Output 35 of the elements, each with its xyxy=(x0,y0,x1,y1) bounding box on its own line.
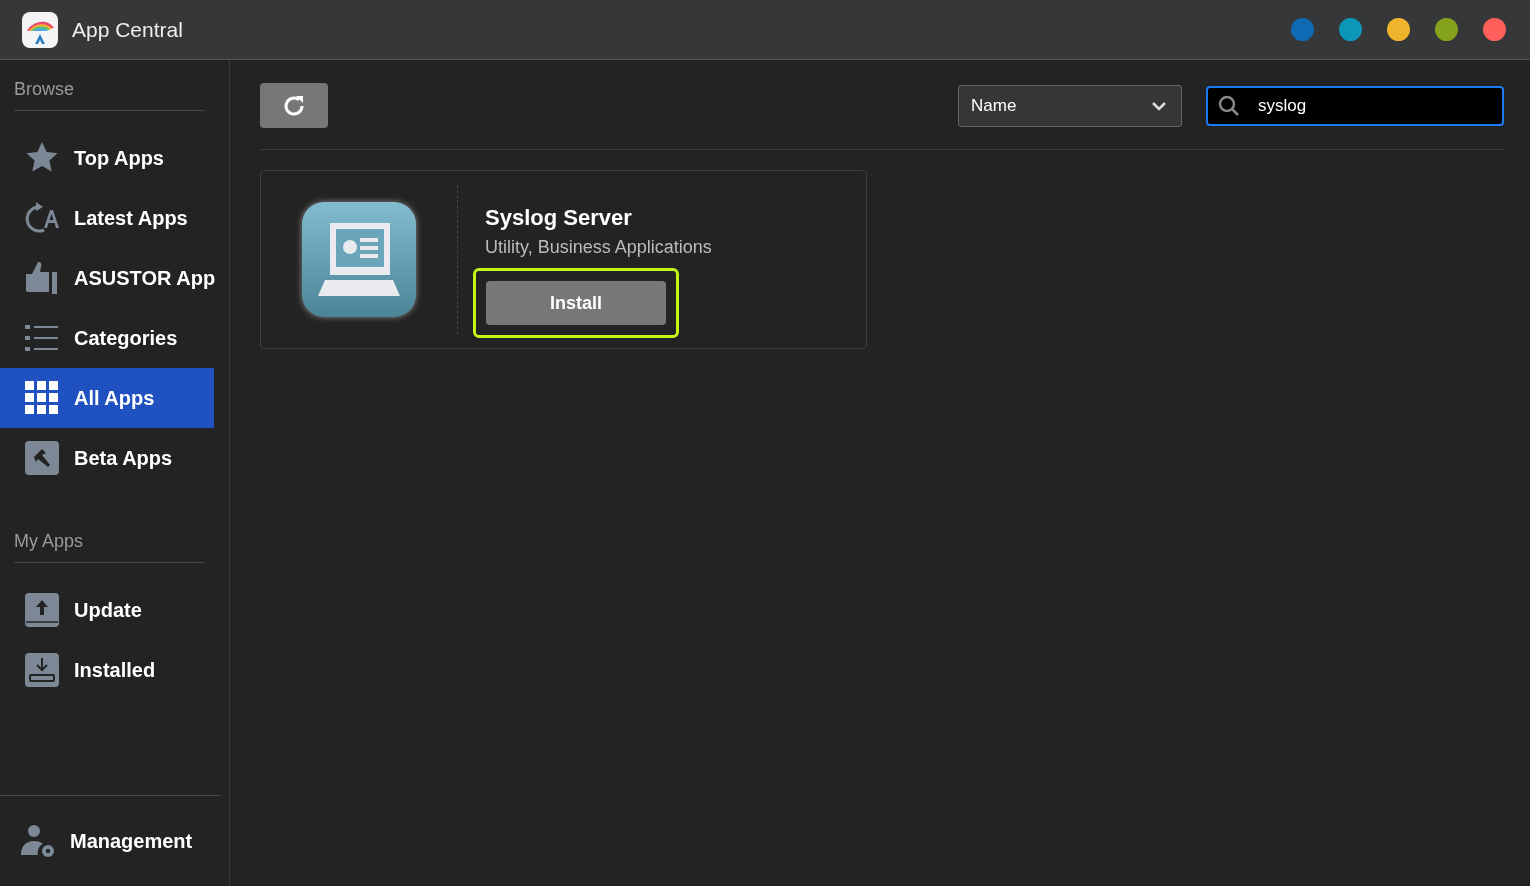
sort-value: Name xyxy=(971,95,1018,116)
search-field[interactable]: syslog xyxy=(1206,85,1504,126)
sidebar-item[interactable]: Latest Apps xyxy=(0,188,214,248)
chevron-down-icon xyxy=(1151,100,1167,111)
hammer-icon xyxy=(24,440,60,476)
sidebar-item[interactable]: Update xyxy=(0,580,214,640)
grid-icon xyxy=(24,380,60,416)
refresh-icon xyxy=(282,93,306,118)
window-control-button[interactable] xyxy=(1339,18,1362,41)
section-heading: My Apps xyxy=(13,530,85,553)
window-control-button[interactable] xyxy=(1435,18,1458,41)
laptop-app-icon xyxy=(302,202,416,317)
sidebar-item[interactable]: ASUSTOR App xyxy=(0,248,214,308)
download-icon xyxy=(24,652,60,688)
sidebar-item[interactable]: Categories xyxy=(0,308,214,368)
sidebar-item[interactable]: All Apps xyxy=(0,368,214,428)
sidebar-item[interactable]: Top Apps xyxy=(0,128,214,188)
upload-icon xyxy=(24,592,60,628)
window-title: App Central xyxy=(72,17,184,42)
user-gear-icon xyxy=(20,823,56,859)
search-icon xyxy=(1218,94,1240,117)
app-name: Syslog Server xyxy=(485,205,632,231)
management-item[interactable]: Management xyxy=(0,795,221,886)
thumbs-up-icon xyxy=(24,260,60,296)
app-logo xyxy=(22,11,58,48)
sidebar-item[interactable]: Installed xyxy=(0,640,214,700)
app-categories: Utility, Business Applications xyxy=(485,237,712,258)
sidebar-item[interactable]: Beta Apps xyxy=(0,428,214,488)
refresh-button[interactable] xyxy=(260,83,328,128)
section-heading: Browse xyxy=(13,78,76,101)
sort-dropdown[interactable]: Name xyxy=(958,84,1182,127)
window-control-button[interactable] xyxy=(1387,18,1410,41)
window-control-button[interactable] xyxy=(1483,18,1506,41)
refresh-letter-icon xyxy=(24,200,60,236)
install-button[interactable]: Install xyxy=(486,281,666,325)
